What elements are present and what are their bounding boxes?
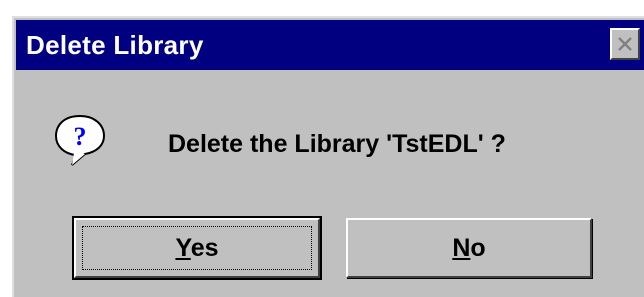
- close-button[interactable]: [610, 28, 640, 60]
- yes-button[interactable]: Yes: [72, 216, 322, 280]
- dialog-body: ? Delete the Library 'TstEDL' ? Yes No: [16, 70, 644, 297]
- no-button-label: No: [452, 233, 486, 262]
- svg-text:?: ?: [74, 122, 87, 151]
- focus-rectangle: [82, 226, 312, 270]
- title-bar[interactable]: Delete Library: [16, 20, 644, 70]
- confirmation-message: Delete the Library 'TstEDL' ?: [168, 130, 506, 158]
- window-title: Delete Library: [26, 29, 204, 60]
- no-button[interactable]: No: [346, 218, 592, 278]
- close-icon: [618, 37, 632, 51]
- question-icon: ?: [54, 114, 106, 166]
- delete-library-dialog: Delete Library ? Delete the Library 'Tst…: [12, 16, 644, 297]
